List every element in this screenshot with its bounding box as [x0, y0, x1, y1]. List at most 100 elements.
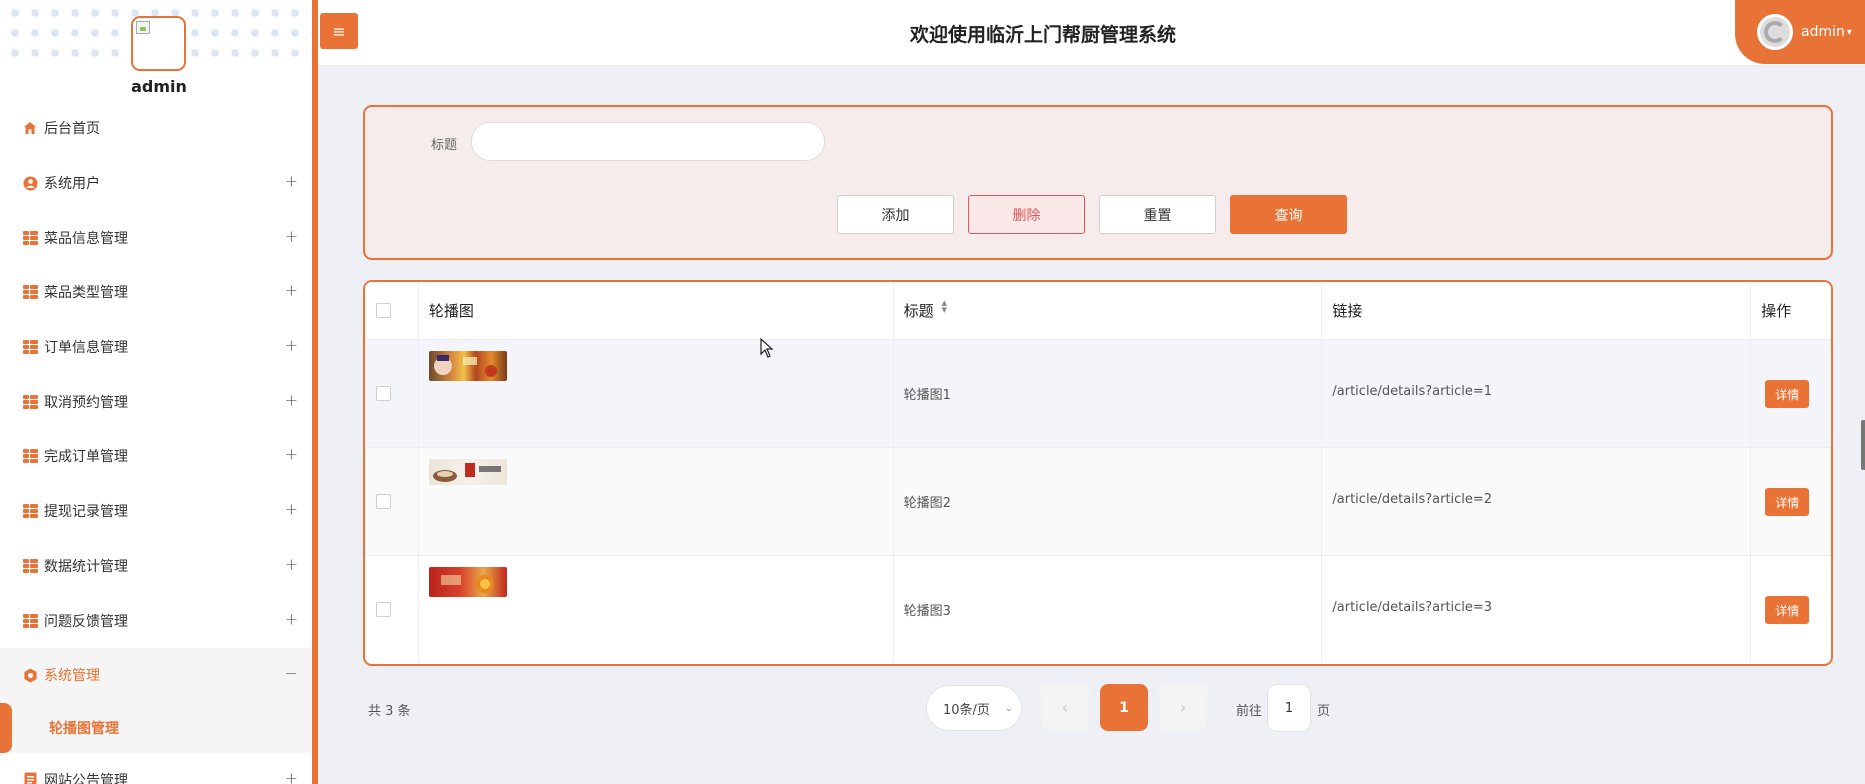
detail-button[interactable]: 详情	[1765, 596, 1810, 624]
row-link: /article/details?article=3	[1332, 600, 1493, 615]
expand-icon: +	[284, 445, 298, 465]
goto-page-input[interactable]: 1	[1267, 684, 1311, 732]
sidebar-item-order-info[interactable]: 订单信息管理 +	[0, 320, 312, 375]
grid-icon	[22, 230, 38, 246]
sidebar-item-label: 取消预约管理	[44, 394, 128, 411]
page-size-select[interactable]: 10条/页 ⌄	[926, 685, 1022, 731]
column-header-title-label: 标题	[903, 302, 934, 320]
grid-icon	[22, 503, 38, 519]
expand-icon: +	[284, 281, 298, 301]
sidebar-item-cancel-booking[interactable]: 取消预约管理 +	[0, 374, 312, 429]
column-header-link: 链接	[1322, 282, 1752, 339]
sidebar-item-dish-info[interactable]: 菜品信息管理 +	[0, 210, 312, 265]
page-number-button[interactable]: 1	[1100, 684, 1148, 731]
user-menu[interactable]: admin ▾	[1735, 0, 1865, 64]
total-count: 共 3 条	[368, 704, 411, 719]
action-cell: 详情	[1751, 448, 1831, 555]
sidebar-item-completed-orders[interactable]: 完成订单管理 +	[0, 429, 312, 484]
expand-icon: +	[284, 335, 298, 355]
prev-page-button[interactable]: ‹	[1041, 684, 1089, 731]
title-cell: 轮播图3	[894, 556, 1323, 663]
link-cell: /article/details?article=3	[1322, 556, 1752, 663]
sidebar-item-label: 数据统计管理	[44, 558, 128, 575]
action-cell: 详情	[1751, 556, 1831, 663]
reset-button[interactable]: 重置	[1099, 195, 1216, 234]
image-cell	[419, 448, 894, 555]
table-row: 轮播图2 /article/details?article=2 详情	[365, 447, 1831, 555]
goto-suffix: 页	[1317, 704, 1331, 719]
row-link: /article/details?article=2	[1332, 492, 1493, 507]
sidebar-item-label: 后台首页	[44, 121, 100, 138]
add-button[interactable]: 添加	[837, 195, 954, 234]
row-checkbox-cell	[365, 448, 419, 555]
sort-icon[interactable]: ▲ ▼	[942, 300, 947, 314]
top-bar: ≡ 欢迎使用临沂上门帮厨管理系统 admin ▾	[318, 0, 1865, 66]
grid-icon	[22, 394, 38, 410]
user-avatar	[1757, 14, 1793, 50]
gear-icon	[22, 667, 38, 683]
expand-icon: +	[284, 554, 298, 574]
scrollbar-handle[interactable]	[1861, 420, 1865, 470]
row-checkbox[interactable]	[376, 386, 391, 401]
home-icon	[22, 120, 38, 136]
expand-icon: +	[284, 226, 298, 246]
doc-icon	[22, 772, 38, 784]
chevron-right-icon: ›	[1179, 698, 1187, 717]
carousel-thumbnail	[428, 567, 507, 597]
sidebar-item-label: 完成订单管理	[44, 449, 128, 466]
grid-icon	[22, 448, 38, 464]
sidebar-item-announcements[interactable]: 网站公告管理 +	[0, 753, 312, 784]
sidebar-item-statistics[interactable]: 数据统计管理 +	[0, 539, 312, 594]
grid-icon	[22, 284, 38, 300]
row-checkbox[interactable]	[376, 494, 391, 509]
broken-image-icon	[136, 21, 150, 34]
menu-toggle-button[interactable]: ≡	[320, 13, 358, 49]
expand-icon: +	[284, 499, 298, 519]
image-cell	[419, 556, 894, 663]
next-page-button[interactable]: ›	[1159, 684, 1207, 731]
select-all-checkbox[interactable]	[376, 303, 391, 318]
sidebar-item-label: 订单信息管理	[44, 340, 128, 357]
sidebar-item-dish-type[interactable]: 菜品类型管理 +	[0, 265, 312, 320]
sidebar-item-label: 网站公告管理	[44, 772, 128, 784]
action-cell: 详情	[1751, 340, 1831, 447]
row-title: 轮播图1	[903, 388, 951, 403]
sidebar-item-label: 系统管理	[44, 668, 100, 685]
sidebar-item-feedback[interactable]: 问题反馈管理 +	[0, 593, 312, 648]
header-checkbox-cell	[365, 282, 419, 339]
grid-icon	[22, 558, 38, 574]
detail-button[interactable]: 详情	[1765, 488, 1810, 516]
row-checkbox-cell	[365, 340, 419, 447]
query-button[interactable]: 查询	[1230, 195, 1347, 234]
row-checkbox[interactable]	[376, 602, 391, 617]
sidebar-item-home[interactable]: 后台首页	[0, 101, 312, 156]
mouse-cursor-icon	[760, 338, 774, 358]
link-cell: /article/details?article=2	[1322, 448, 1752, 555]
column-header-title[interactable]: 标题 ▲ ▼	[894, 282, 1323, 339]
sidebar-menu: 后台首页 系统用户 + 菜品信息管理 + 菜品类型管理 + 订单信息管理 + 取…	[0, 101, 312, 784]
sidebar-item-label: 提现记录管理	[44, 504, 128, 521]
sidebar-subitem-carousel[interactable]: 轮播图管理	[0, 702, 312, 753]
avatar	[131, 16, 186, 71]
expand-icon: +	[284, 390, 298, 410]
sidebar-item-withdrawals[interactable]: 提现记录管理 +	[0, 484, 312, 539]
chevron-down-icon: ▾	[1846, 26, 1852, 38]
page-title: 欢迎使用临沂上门帮厨管理系统	[909, 24, 1176, 46]
search-title-label: 标题	[431, 138, 458, 153]
row-title: 轮播图3	[903, 604, 951, 619]
row-title: 轮播图2	[903, 496, 951, 511]
expand-icon: +	[284, 171, 298, 191]
carousel-thumbnail	[428, 351, 507, 381]
sidebar: admin 后台首页 系统用户 + 菜品信息管理 + 菜品类型管理 + 订单信息…	[0, 0, 318, 784]
sidebar-item-system-users[interactable]: 系统用户 +	[0, 156, 312, 211]
sidebar-subitem-label: 轮播图管理	[49, 720, 119, 737]
expand-icon: +	[284, 768, 298, 784]
title-cell: 轮播图1	[894, 340, 1323, 447]
row-checkbox-cell	[365, 556, 419, 663]
row-link: /article/details?article=1	[1332, 384, 1493, 399]
detail-button[interactable]: 详情	[1765, 380, 1810, 408]
expand-icon: +	[284, 609, 298, 629]
sidebar-item-system-management[interactable]: 系统管理 −	[0, 647, 312, 703]
delete-button[interactable]: 删除	[968, 195, 1085, 234]
search-title-input[interactable]	[471, 122, 825, 161]
